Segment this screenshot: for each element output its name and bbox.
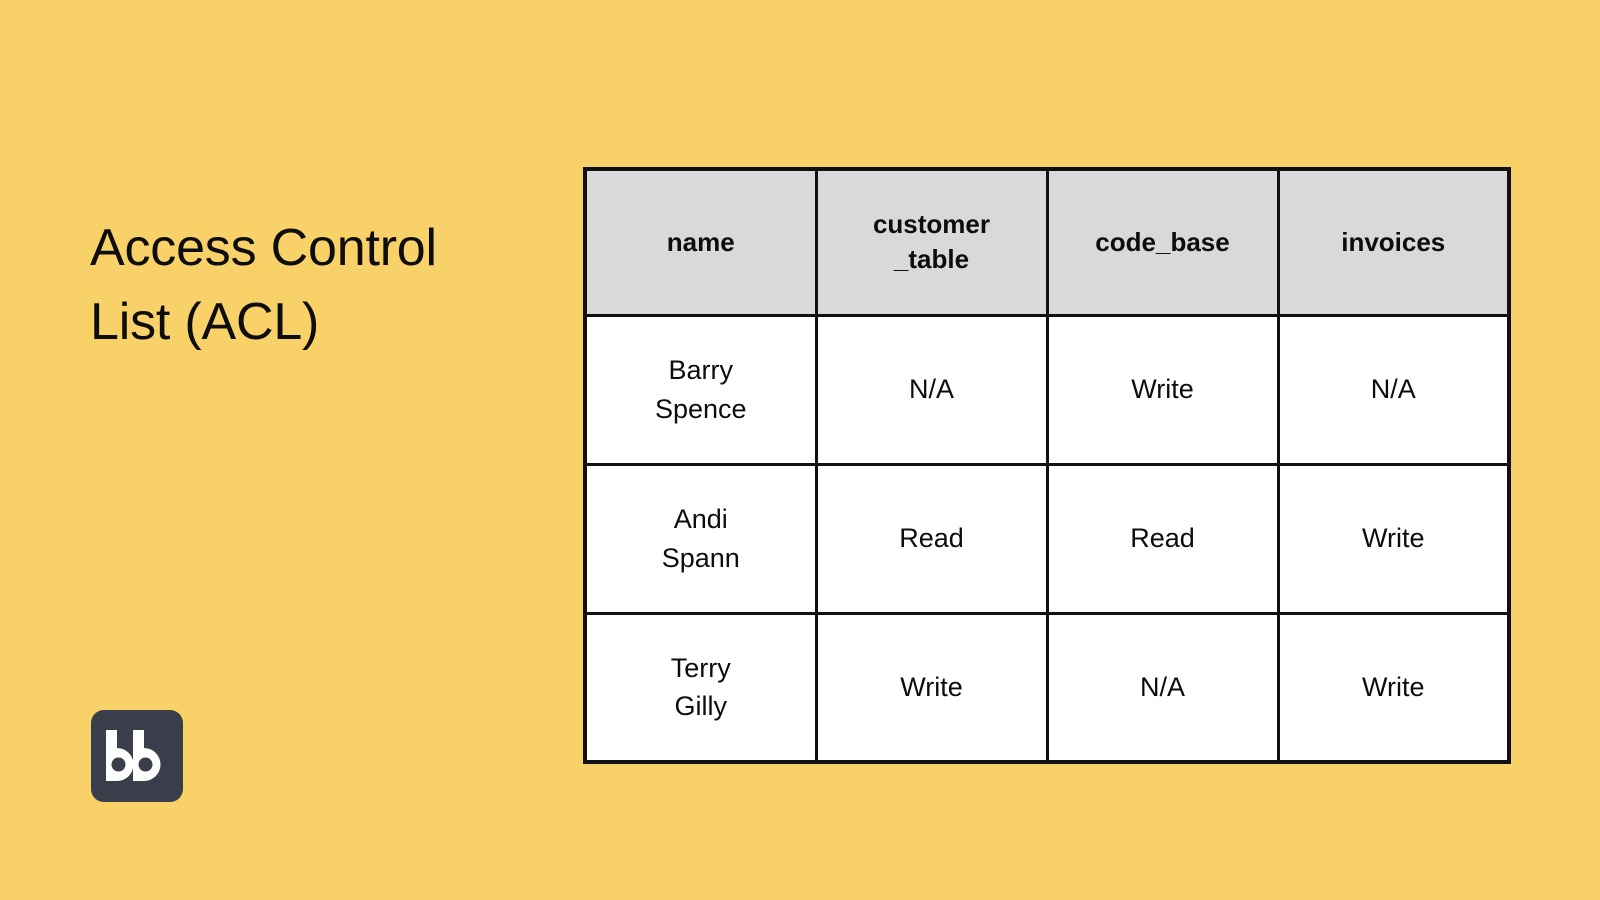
cell-value: Read [1130, 523, 1195, 554]
cell-value: Barry Spence [654, 355, 747, 424]
table-row: Barry Spence N/A Write N/A [583, 313, 1511, 466]
table-row: Terry Gilly Write N/A Write [583, 611, 1511, 764]
page-title: Access Control List (ACL) [90, 219, 437, 351]
cell-name: Barry Spence [583, 313, 818, 466]
cell-customer-table-permission: N/A [814, 313, 1049, 466]
cell-value: N/A [1139, 672, 1185, 703]
cell-code-base-permission: N/A [1045, 611, 1280, 764]
cell-code-base-permission: Read [1045, 462, 1280, 615]
cell-customer-table-permission: Read [814, 462, 1049, 615]
column-header-invoices: invoices [1276, 167, 1511, 317]
cell-value: Write [1361, 523, 1425, 554]
acl-table-container: name customer _table code_base invoices … [583, 167, 1511, 764]
table-header-row: name customer _table code_base invoices [583, 167, 1511, 317]
bb-logo [91, 710, 183, 802]
column-header-label: code_base [1095, 226, 1230, 257]
cell-value: N/A [1370, 374, 1416, 405]
cell-value: Terry Gilly [670, 652, 731, 722]
table-row: Andi Spann Read Read Write [583, 462, 1511, 615]
cell-code-base-permission: Write [1045, 313, 1280, 466]
cell-value: Andi Spann [661, 504, 740, 573]
cell-invoices-permission: Write [1276, 611, 1511, 764]
cell-name: Terry Gilly [583, 611, 818, 764]
cell-value: Write [1131, 374, 1194, 405]
column-header-label: customer _table [872, 208, 991, 275]
cell-customer-table-permission: Write [814, 611, 1049, 764]
column-header-label: name [666, 226, 735, 257]
cell-value: Read [899, 523, 964, 554]
cell-invoices-permission: N/A [1276, 313, 1511, 466]
column-header-name: name [583, 167, 818, 317]
cell-value: Write [1361, 672, 1425, 703]
cell-name: Andi Spann [583, 462, 818, 615]
column-header-label: invoices [1341, 226, 1446, 257]
access-control-list-table: name customer _table code_base invoices … [583, 167, 1511, 764]
cell-invoices-permission: Write [1276, 462, 1511, 615]
column-header-code-base: code_base [1045, 167, 1280, 317]
bb-wordmark-icon [106, 730, 161, 781]
cell-value: N/A [908, 374, 954, 405]
cell-value: Write [900, 672, 963, 703]
column-header-customer-table: customer _table [814, 167, 1049, 317]
